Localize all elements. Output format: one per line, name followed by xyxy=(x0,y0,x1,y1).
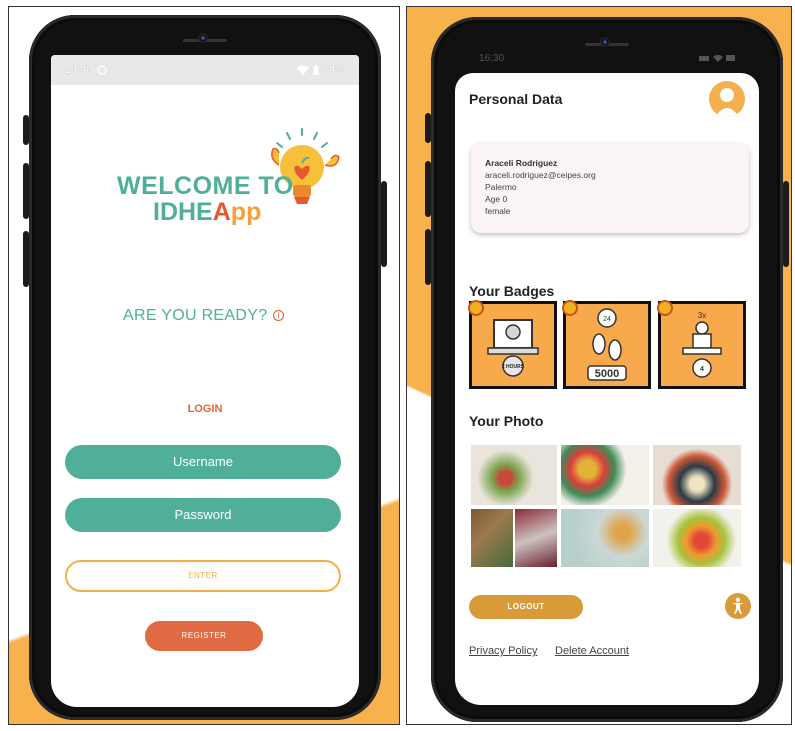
profile-email: araceli.rodriguez@ceipes.org xyxy=(485,170,596,180)
food-photo[interactable] xyxy=(515,509,557,567)
app-name-idhe: IDHE xyxy=(153,198,213,226)
whatsapp-icon xyxy=(96,65,107,75)
password-field[interactable]: Password xyxy=(65,498,341,532)
badge-sitting[interactable]: 3x 4 xyxy=(657,300,746,389)
food-photo[interactable] xyxy=(653,445,741,505)
volume-button xyxy=(425,161,431,217)
signal-wifi-battery-icon xyxy=(699,55,735,62)
battery-icon xyxy=(313,65,319,75)
username-field[interactable]: Username xyxy=(65,445,341,479)
food-photo[interactable] xyxy=(561,509,649,567)
photos-title: Your Photo xyxy=(469,413,544,429)
status-bar: 14:48 84% xyxy=(51,55,359,85)
profile-card: Araceli Rodriguez araceli.rodriguez@ceip… xyxy=(471,143,749,233)
svg-text:3x: 3x xyxy=(698,311,706,320)
delete-account-link[interactable]: Delete Account xyxy=(555,645,629,657)
sitting-badge-icon: 3x xyxy=(682,311,722,378)
status-time: 16:30 xyxy=(479,52,505,64)
battery-percentage: 84% xyxy=(322,64,345,76)
volume-button xyxy=(23,163,29,219)
ribbon-icon xyxy=(657,300,673,316)
login-screen: 14:48 84% WELCOME TO IDHEApp ARE YOU REA… xyxy=(51,55,359,707)
avatar[interactable] xyxy=(709,81,745,117)
badge-caption: 5000 xyxy=(594,368,620,380)
volume-button xyxy=(425,113,431,143)
app-name: IDHEApp xyxy=(153,199,261,225)
food-photo[interactable] xyxy=(471,509,513,567)
enter-button[interactable]: ENTER xyxy=(65,560,341,592)
phone-frame-left: 14:48 84% WELCOME TO IDHEApp ARE YOU REA… xyxy=(23,15,387,720)
phone-frame-right: 16:30 Personal Data Araceli Rodriguez ar… xyxy=(425,17,789,722)
power-button xyxy=(381,181,387,267)
profile-gender: female xyxy=(485,206,511,216)
left-panel: 14:48 84% WELCOME TO IDHEApp ARE YOU REA… xyxy=(8,6,400,725)
food-photo[interactable] xyxy=(653,509,741,567)
badges-title: Your Badges xyxy=(469,283,555,299)
info-icon[interactable]: i xyxy=(273,310,284,321)
badge-steps[interactable]: 24 5000 xyxy=(562,300,651,389)
right-panel: 16:30 Personal Data Araceli Rodriguez ar… xyxy=(406,6,792,725)
accessibility-icon xyxy=(732,597,744,614)
computer-hours-badge-icon xyxy=(487,319,539,377)
accessibility-button[interactable] xyxy=(725,593,751,619)
volume-button xyxy=(23,115,29,145)
status-time: 14:48 xyxy=(65,64,93,76)
badge-computer-hours[interactable]: 2 HOURS xyxy=(468,300,557,389)
ribbon-icon xyxy=(468,300,484,316)
welcome-heading: WELCOME TO xyxy=(117,172,294,200)
wifi-icon xyxy=(296,65,309,75)
profile-name: Araceli Rodriguez xyxy=(485,158,558,168)
food-photo[interactable] xyxy=(561,445,649,505)
privacy-policy-link[interactable]: Privacy Policy xyxy=(469,645,537,657)
power-button xyxy=(783,181,789,267)
food-photo[interactable] xyxy=(471,445,557,505)
badge-caption: 2 HOURS xyxy=(501,364,525,370)
ready-prompt: ARE YOU READY? xyxy=(123,307,268,324)
profile-city: Palermo xyxy=(485,182,517,192)
login-label: LOGIN xyxy=(187,403,223,415)
personal-data-title: Personal Data xyxy=(469,91,563,107)
profile-age: Age 0 xyxy=(485,194,508,204)
ribbon-icon xyxy=(562,300,578,316)
svg-text:24: 24 xyxy=(603,316,611,323)
profile-screen: Personal Data Araceli Rodriguez araceli.… xyxy=(455,73,759,705)
front-camera xyxy=(198,33,208,43)
app-name-pp: pp xyxy=(230,198,262,226)
volume-button xyxy=(23,231,29,287)
status-bar: 16:30 xyxy=(453,45,761,71)
app-name-a: A xyxy=(212,198,231,226)
badge-caption: 4 xyxy=(700,366,704,373)
logout-button[interactable]: LOGOUT xyxy=(469,595,583,619)
user-avatar-icon xyxy=(715,88,739,117)
front-camera xyxy=(600,37,610,47)
volume-button xyxy=(425,229,431,285)
register-button[interactable]: REGISTER xyxy=(145,621,263,651)
